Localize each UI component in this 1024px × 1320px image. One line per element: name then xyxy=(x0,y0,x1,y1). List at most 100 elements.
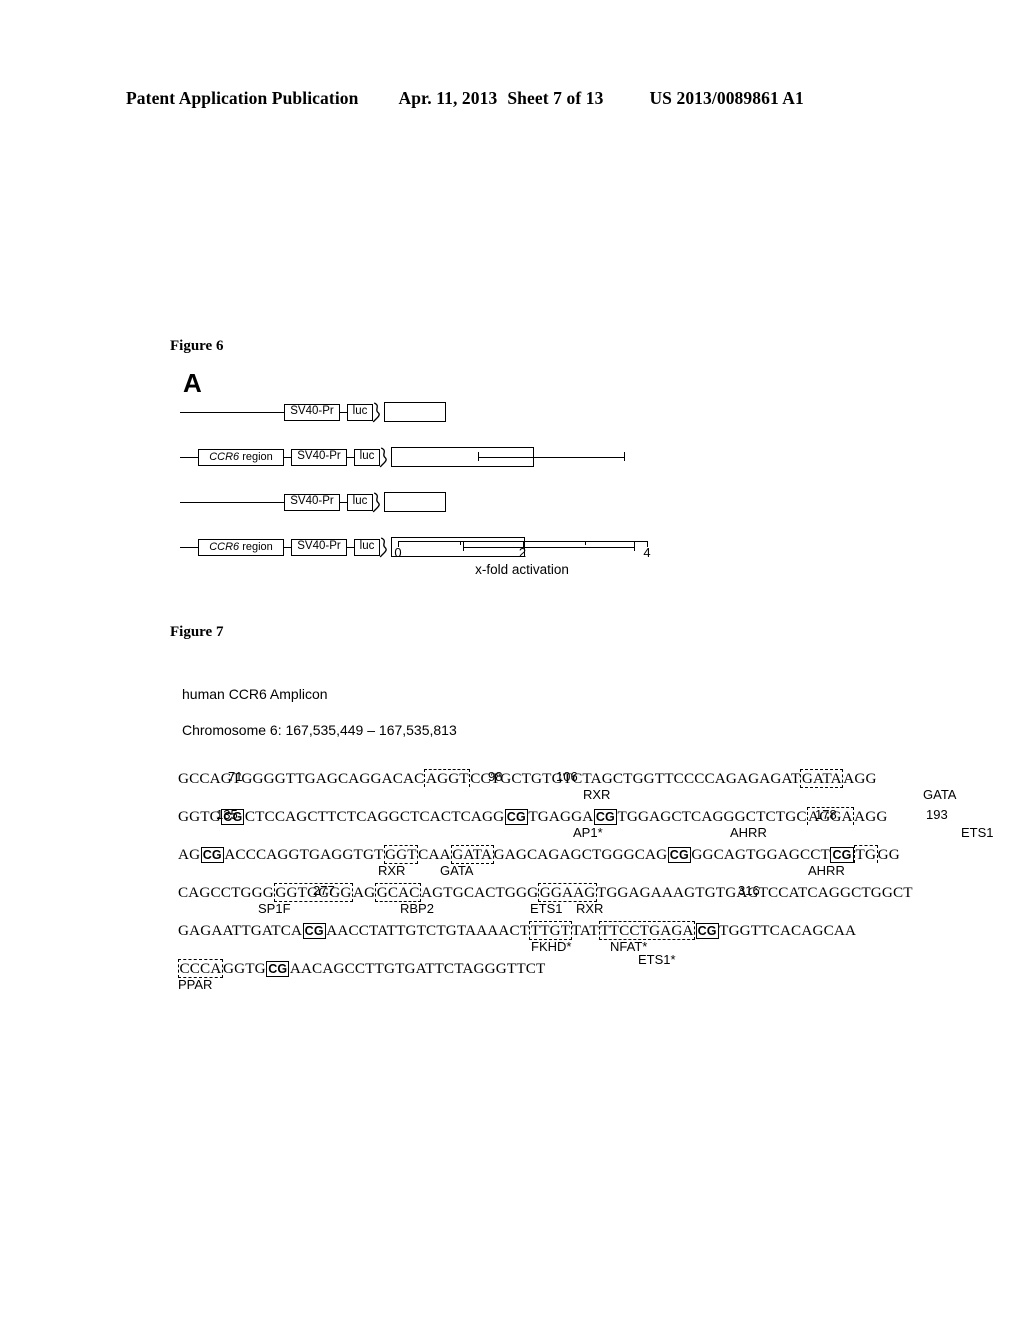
tf-binding-site-label: GATA xyxy=(440,863,474,878)
sv40-promoter-box: SV40-Pr xyxy=(291,538,347,556)
axis-tick-label: 4 xyxy=(643,545,651,560)
sequence-segment: AGTGCACTGGG xyxy=(421,884,539,901)
tf-binding-site: TTCCTGAGA xyxy=(598,921,696,940)
sequence-line: CCCAGGTG CG AACAGCCTTGTGATTCTAGGGTTCT PPAR xyxy=(178,959,858,998)
header-sheet-number: Sheet 7 of 13 xyxy=(507,88,604,108)
error-bar-cap xyxy=(633,542,635,551)
cpg-site-box: CG xyxy=(302,923,326,939)
tf-binding-site: TG xyxy=(854,845,878,863)
ccr6-gene-name: CCR6 xyxy=(209,450,240,463)
tf-binding-site-label: RXR xyxy=(583,787,611,802)
cpg-site-box: CG xyxy=(695,923,719,939)
axis-tick-label: 2 xyxy=(518,545,527,560)
tf-binding-site: AGGT xyxy=(424,769,471,787)
sequence-text: CCCAGGTG CG AACAGCCTTGTGATTCTAGGGTTCT xyxy=(178,959,546,978)
sequence-segment: TAT xyxy=(571,922,599,939)
luciferase-box: luc xyxy=(347,403,373,421)
sequence-segment: GGCAGTGGAGCCT xyxy=(691,846,830,863)
figure-6-x-axis xyxy=(398,541,648,547)
sequence-segment: CCTGCTGTGTCTAGCTGGTTCCCCAGAGAGAT xyxy=(470,770,801,787)
axis-minor-tick xyxy=(584,541,586,545)
tf-binding-site-label: RXR xyxy=(378,863,406,878)
squiggle-terminator-icon xyxy=(379,446,387,467)
header-patent-number: US 2013/0089861 A1 xyxy=(649,88,804,108)
error-bar-cap xyxy=(478,452,480,461)
cpg-position-label: 277 xyxy=(313,883,335,898)
cpg-position-label: 316 xyxy=(738,883,760,898)
sv40-promoter-box: SV40-Pr xyxy=(291,448,347,466)
tf-binding-site-label: AP1* xyxy=(573,825,603,840)
cpg-site-box: CG xyxy=(593,809,617,825)
tf-binding-site-label: AHRR xyxy=(808,863,845,878)
cpg-site-box: CG xyxy=(200,847,224,863)
tf-binding-site: CCCA xyxy=(178,959,223,978)
construct-lead-line xyxy=(180,411,284,413)
ccr6-region-box: CCR6 region xyxy=(198,538,284,556)
luciferase-box: luc xyxy=(354,448,380,466)
activation-bar xyxy=(384,402,447,422)
sequence-text: GAGAATTGATCA CG AACCTATTGTCTGTAAAACTTTGTTA… xyxy=(178,921,857,940)
construct-connector xyxy=(347,546,354,548)
cpg-position-label: 106 xyxy=(556,769,578,784)
sequence-line: GCCAGTGGGGTTGAGCAGGACACAGGTCCTGCTGTGTCTA… xyxy=(178,769,956,808)
figure-6-chart: SV40-Pr luc CCR6 region SV40-Pr luc SV40-Pr lu… xyxy=(180,398,680,583)
cpg-position-label: 135 xyxy=(216,807,238,822)
sequence-segment: AG xyxy=(178,846,201,863)
tf-binding-site: GGAAG xyxy=(538,883,597,902)
construct-row: SV40-Pr luc xyxy=(180,398,680,426)
sequence-line: CAGCCTGGGGGTGGGGAGGCACAGTGCACTGGGGGAAGTG… xyxy=(178,883,913,922)
sequence-segment: ACCCAGGTGAGGTGT xyxy=(224,846,384,863)
tf-binding-site-label: GATA xyxy=(923,787,957,802)
tf-binding-site-label: ETS1 xyxy=(530,901,563,916)
axis-minor-tick xyxy=(460,541,462,545)
page-header: Patent Application Publication Apr. 11, … xyxy=(126,88,898,109)
ccr6-gene-name: CCR6 xyxy=(209,540,240,553)
tf-binding-site-label: RXR xyxy=(576,901,604,916)
sv40-promoter-box: SV40-Pr xyxy=(284,493,340,511)
squiggle-terminator-icon xyxy=(379,536,387,557)
sequence-text: CAGCCTGGGGGTGGGGAGGCACAGTGCACTGGGGGAAGTG… xyxy=(178,883,913,902)
construct-lead-line xyxy=(180,456,198,458)
figure-7-caption: Figure 7 xyxy=(170,624,224,640)
sequence-segment: AG xyxy=(353,884,376,901)
sequence-segment: TGGAGCTCAGGGCTCTGC xyxy=(617,808,807,825)
sequence-segment: GAGAATTGATCA xyxy=(178,922,303,939)
construct-row: CCR6 region SV40-Pr luc xyxy=(180,533,680,561)
figure-6-panel-letter: A xyxy=(183,368,202,398)
error-bar-cap xyxy=(624,452,626,461)
figure-6-x-axis-label: x-fold activation xyxy=(475,562,569,577)
header-date: Apr. 11, 2013 xyxy=(398,88,498,108)
cpg-site-box: CG xyxy=(830,847,854,863)
luciferase-box: luc xyxy=(354,538,380,556)
sequence-segment: TGGTTCACAGCAA xyxy=(719,922,857,939)
tf-binding-site: GATA xyxy=(800,769,844,788)
sequence-segment: AGG xyxy=(854,808,888,825)
sequence-segment: GGTG xyxy=(178,808,221,825)
luciferase-box: luc xyxy=(347,493,373,511)
construct-connector xyxy=(340,501,347,503)
sequence-segment: AGG xyxy=(843,770,877,787)
figure-7-subtitle-coordinates: Chromosome 6: 167,535,449 – 167,535,813 xyxy=(182,722,457,738)
sequence-segment: TGAGGA xyxy=(528,808,594,825)
dna-sequence-block: GCCAGTGGGGTTGAGCAGGACACAGGTCCTGCTGTGTCTA… xyxy=(178,769,994,998)
sequence-segment: GCCAGTGGGGTTGAGCAGGACAC xyxy=(178,770,425,787)
sequence-line: GAGAATTGATCA CG AACCTATTGTCTGTAAAACTTTGTTA… xyxy=(178,921,858,967)
error-bar xyxy=(478,456,625,458)
cpg-site-box: CG xyxy=(667,847,691,863)
sequence-segment: CAGCCTGGG xyxy=(178,884,274,901)
figure-7-subtitle-amplicon: human CCR6 Amplicon xyxy=(182,686,328,702)
tf-binding-site: TTGT xyxy=(529,921,572,940)
cpg-position-label: 98 xyxy=(488,769,503,784)
bar-region xyxy=(384,488,680,516)
sequence-segment: AACAGCCTTGTGATTCTAGGGTTCT xyxy=(289,960,546,977)
squiggle-terminator-icon xyxy=(372,491,380,512)
construct-lead-line xyxy=(180,546,198,548)
sequence-segment: CTCCAGCTTCTCAGGCTCACTCAGG xyxy=(244,808,505,825)
construct-connector xyxy=(284,456,291,458)
construct-connector xyxy=(284,546,291,548)
tf-binding-site-label: FKHD* xyxy=(531,939,572,954)
squiggle-terminator-icon xyxy=(372,401,380,422)
cpg-site-box: CG xyxy=(266,961,290,977)
construct-connector xyxy=(340,411,347,413)
sequence-line: GGTG CG CTCCAGCTTCTCAGGCTCACTCAGG CG TGAGGA C… xyxy=(178,807,994,846)
